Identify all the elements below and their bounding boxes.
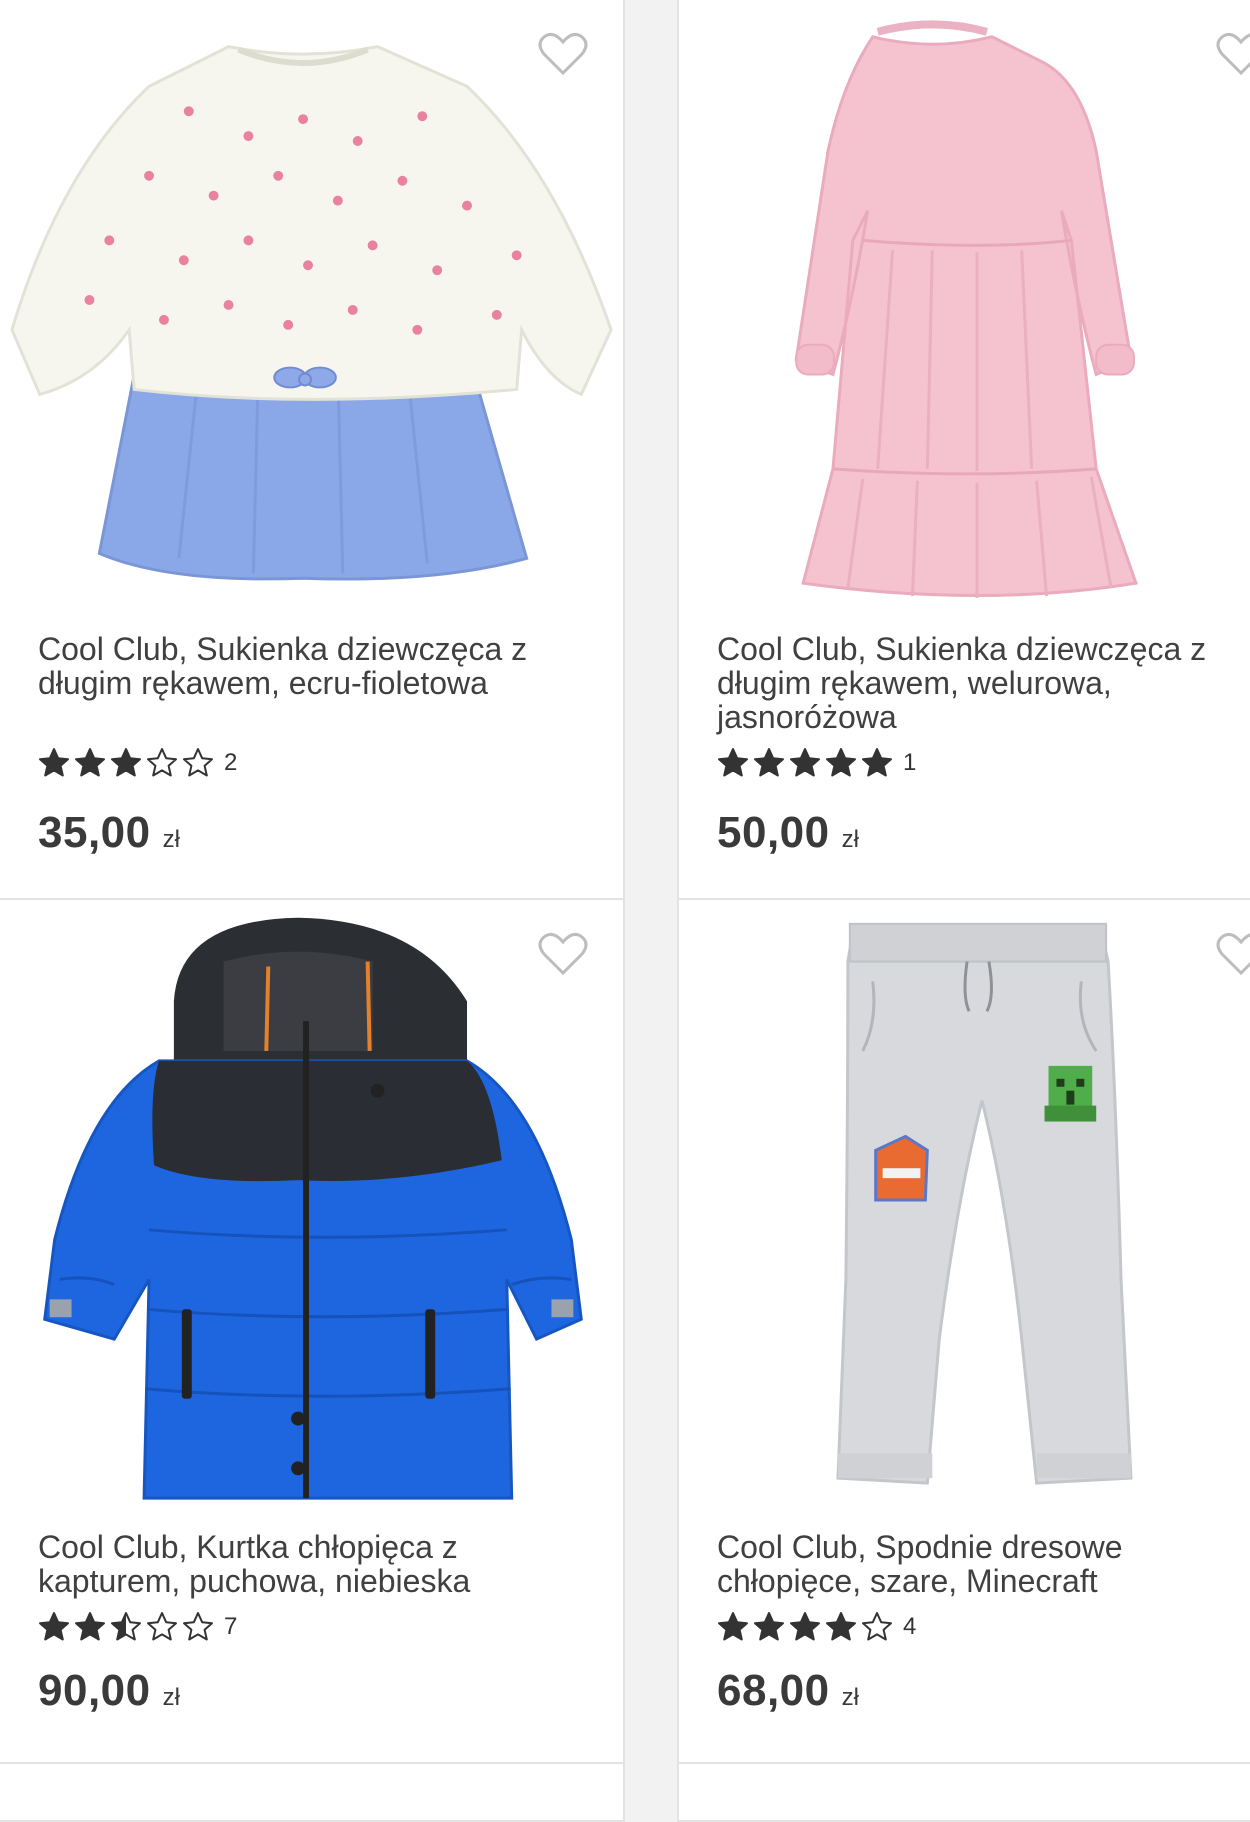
star-half-icon — [111, 1612, 141, 1641]
product-card[interactable]: Cool Club, Sukienka dziewczęca z długim … — [677, 0, 1250, 900]
rating-count: 7 — [224, 1613, 238, 1640]
product-card[interactable]: Cool Club, Spodnie dresowe chłopięce, sz… — [677, 898, 1250, 1764]
product-image[interactable] — [0, 900, 623, 1500]
price-currency: zł — [162, 826, 180, 853]
heart-icon[interactable] — [538, 32, 588, 76]
star-filled-icon — [790, 1612, 820, 1641]
rating-count: 2 — [224, 749, 238, 776]
product-price: 90,00 zł — [38, 1666, 180, 1716]
star-empty-icon — [183, 1612, 213, 1641]
grey-sweatpants-image — [836, 922, 1133, 1485]
star-filled-icon — [862, 748, 892, 777]
product-title[interactable]: Cool Club, Sukienka dziewczęca z długim … — [717, 632, 1250, 734]
price-amount: 35,00 — [38, 808, 151, 857]
star-filled-icon — [790, 748, 820, 777]
star-empty-icon — [147, 1612, 177, 1641]
product-title[interactable]: Cool Club, Spodnie dresowe chłopięce, sz… — [717, 1530, 1250, 1598]
blue-jacket-image — [43, 917, 583, 1500]
girl-dress-sweater-image — [10, 45, 613, 581]
star-filled-icon — [754, 748, 784, 777]
star-filled-icon — [718, 1612, 748, 1641]
star-empty-icon — [147, 748, 177, 777]
product-rating: 2 — [38, 746, 237, 780]
product-rating: 4 — [717, 1610, 916, 1644]
pink-dress-image — [794, 20, 1138, 598]
rating-count: 4 — [903, 1613, 917, 1640]
product-price: 35,00 zł — [38, 808, 180, 858]
star-filled-icon — [826, 1612, 856, 1641]
product-price: 68,00 zł — [717, 1666, 859, 1716]
product-image[interactable] — [679, 900, 1250, 1500]
product-card[interactable]: Cool Club, Sukienka dziewczęca z długim … — [0, 0, 625, 900]
heart-icon[interactable] — [1216, 32, 1250, 76]
product-card[interactable]: Cool Club, Kurtka chłopięca z kapturem, … — [0, 898, 625, 1764]
product-card[interactable] — [0, 1762, 625, 1822]
star-filled-icon — [39, 1612, 69, 1641]
price-amount: 50,00 — [717, 808, 830, 857]
product-price: 50,00 zł — [717, 808, 859, 858]
product-title[interactable]: Cool Club, Sukienka dziewczęca z długim … — [38, 632, 603, 700]
product-rating: 1 — [717, 746, 916, 780]
product-rating: 7 — [38, 1610, 237, 1644]
price-currency: zł — [841, 1684, 859, 1711]
star-filled-icon — [75, 748, 105, 777]
product-title[interactable]: Cool Club, Kurtka chłopięca z kapturem, … — [38, 1530, 603, 1598]
star-filled-icon — [826, 748, 856, 777]
product-card[interactable] — [677, 1762, 1250, 1822]
star-filled-icon — [39, 748, 69, 777]
product-image[interactable] — [679, 0, 1250, 600]
star-empty-icon — [183, 748, 213, 777]
heart-icon[interactable] — [1216, 932, 1250, 976]
star-filled-icon — [75, 1612, 105, 1641]
price-currency: zł — [162, 1684, 180, 1711]
product-grid: Cool Club, Sukienka dziewczęca z długim … — [0, 0, 1250, 1822]
star-filled-icon — [718, 748, 748, 777]
star-filled-icon — [754, 1612, 784, 1641]
star-filled-icon — [111, 748, 141, 777]
price-amount: 68,00 — [717, 1666, 830, 1715]
price-currency: zł — [841, 826, 859, 853]
rating-count: 1 — [903, 749, 917, 776]
star-empty-icon — [862, 1612, 892, 1641]
price-amount: 90,00 — [38, 1666, 151, 1715]
product-image[interactable] — [0, 0, 623, 600]
heart-icon[interactable] — [538, 932, 588, 976]
